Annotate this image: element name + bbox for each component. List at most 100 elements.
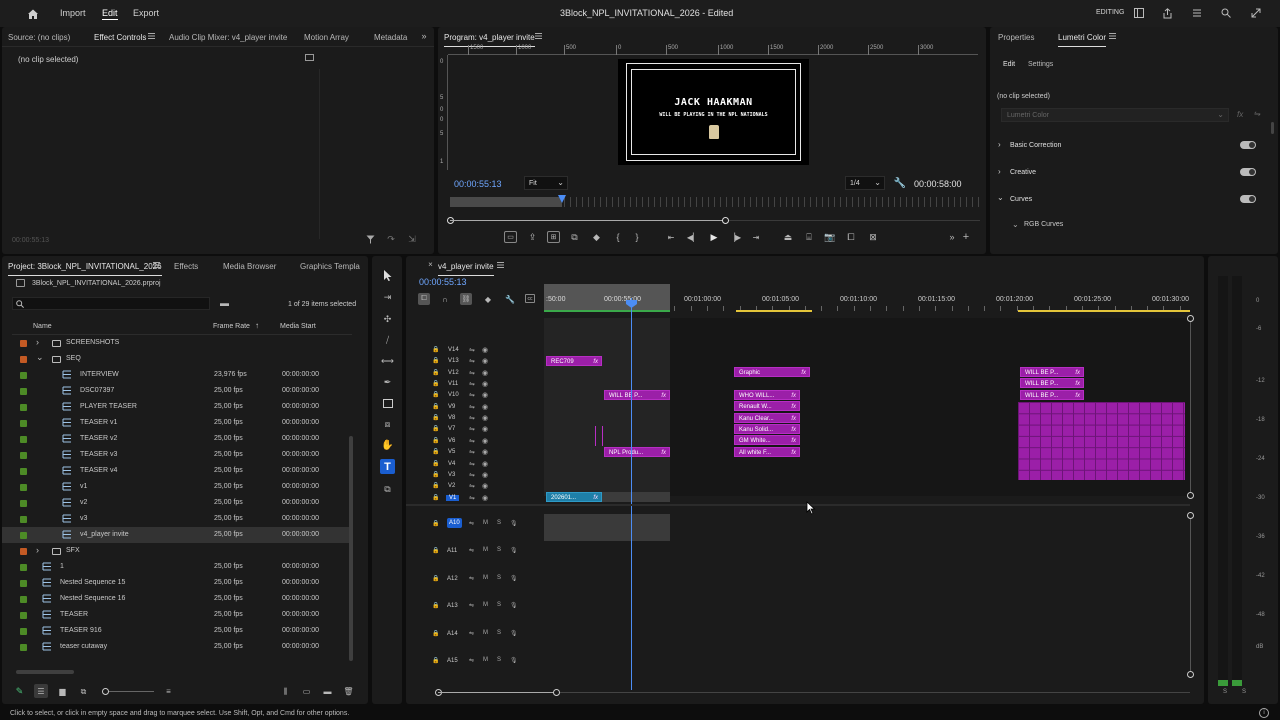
project-item[interactable]: v2 25,00 fps 00:00:00:00	[2, 495, 350, 511]
new-bin-icon[interactable]: ▬	[322, 686, 333, 697]
loop-icon[interactable]: ↷	[386, 234, 396, 244]
label-color-chip[interactable]	[20, 596, 27, 603]
tab-media-browser[interactable]: Media Browser	[223, 262, 276, 271]
section-toggle[interactable]	[1240, 195, 1256, 203]
solo-left-button[interactable]: S	[1223, 689, 1227, 695]
track-label[interactable]: A11	[447, 548, 457, 554]
project-item[interactable]: v1 25,00 fps 00:00:00:00	[2, 479, 350, 495]
zoom-slider[interactable]	[102, 688, 154, 695]
column-frame-rate[interactable]: Frame Rate	[213, 323, 250, 330]
project-item[interactable]: 1 25,00 fps 00:00:00:00	[2, 559, 350, 575]
sync-lock-icon[interactable]: ⇋	[469, 575, 474, 582]
label-color-chip[interactable]	[20, 548, 27, 555]
pencil-icon[interactable]: ✎	[14, 686, 25, 697]
find-icon[interactable]: ▭	[301, 686, 312, 697]
track-label[interactable]: A10	[447, 518, 462, 528]
audio-scroll-bottom[interactable]	[1187, 671, 1194, 678]
mute-button[interactable]: M	[483, 547, 488, 553]
quality-dropdown[interactable]: 1/4 ⌄	[845, 176, 885, 190]
home-icon[interactable]	[26, 7, 40, 21]
video-scroll-bottom[interactable]	[1187, 492, 1194, 499]
sync-lock-icon[interactable]: ⇋	[469, 547, 474, 554]
label-color-chip[interactable]	[20, 468, 27, 475]
tab-edit[interactable]: Edit	[1003, 61, 1015, 68]
project-item[interactable]: TEASER v3 25,00 fps 00:00:00:00	[2, 447, 350, 463]
zoom-scrollbar[interactable]	[435, 689, 1190, 696]
track-label[interactable]: A13	[447, 603, 458, 609]
tab-audio-clip-mixer[interactable]: Audio Clip Mixer: v4_player invite	[169, 33, 287, 42]
tab-lumetri-color[interactable]: Lumetri Color	[1058, 33, 1107, 47]
track-select-tool-icon[interactable]: ⇥	[381, 290, 394, 304]
solo-button[interactable]: S	[497, 630, 501, 636]
project-item[interactable]: v4_player invite 25,00 fps 00:00:00:00	[2, 527, 350, 543]
audio-track-header[interactable]: 🔒 A13 ⇋ M S 🎙	[432, 600, 542, 614]
sort-icons-icon[interactable]: ≡	[163, 686, 174, 697]
search-icon[interactable]	[1220, 7, 1232, 19]
mic-icon[interactable]: 🎙	[510, 520, 518, 527]
track-label[interactable]: A14	[447, 631, 458, 637]
video-scroll-track[interactable]	[1190, 322, 1191, 492]
sync-lock-icon[interactable]: ⇋	[469, 657, 474, 664]
trash-icon[interactable]: 🗑	[343, 686, 354, 697]
mute-button[interactable]: M	[483, 520, 488, 526]
clip-all-white[interactable]: All white F... fx	[734, 447, 800, 457]
filter-icon[interactable]	[365, 234, 375, 244]
clip-will-be-playing-3[interactable]: WILL BE P... fx	[1020, 378, 1084, 388]
mute-button[interactable]: M	[483, 630, 488, 636]
solo-button[interactable]: S	[497, 575, 501, 581]
solo-button[interactable]: S	[497, 657, 501, 663]
fx-icon[interactable]: fx	[1237, 110, 1243, 119]
selection-tool-icon[interactable]	[381, 268, 394, 282]
clip-small-stack[interactable]	[595, 426, 603, 446]
clip-kanu-clear[interactable]: Kanu Clear... fx	[734, 413, 800, 423]
lock-icon[interactable]: 🔒	[432, 630, 439, 637]
more-tabs-icon[interactable]: »	[419, 31, 429, 41]
lift-icon[interactable]: ⏏	[782, 231, 794, 243]
ripple-edit-tool-icon[interactable]: ✣	[381, 312, 394, 326]
settings-wrench-icon[interactable]: 🔧	[894, 177, 906, 189]
quick-export-icon[interactable]	[1161, 7, 1173, 19]
search-input[interactable]	[12, 297, 210, 310]
zoom-handle-right[interactable]	[722, 217, 729, 224]
mute-button[interactable]: M	[483, 575, 488, 581]
add-marker-icon[interactable]: ◆	[590, 231, 603, 243]
menu-import[interactable]: Import	[60, 8, 86, 18]
clip-will-be-playing-2[interactable]: WILL BE P... fx	[1020, 367, 1084, 377]
label-color-chip[interactable]	[20, 436, 27, 443]
section-curves[interactable]: ⌄ Curves	[997, 193, 1258, 206]
sync-lock-icon[interactable]: ⇋	[469, 630, 474, 637]
tab-motion-array[interactable]: Motion Array	[304, 33, 349, 42]
insert-icon[interactable]: ⇪	[526, 231, 539, 243]
audio-track-header[interactable]: 🔒 A15 ⇋ M S 🎙	[432, 655, 542, 669]
tab-metadata[interactable]: Metadata	[374, 33, 407, 42]
chevron-down-icon[interactable]: ⌄	[36, 352, 44, 363]
menu-edit[interactable]: Edit	[102, 8, 118, 20]
project-item[interactable]: TEASER 916 25,00 fps 00:00:00:00	[2, 623, 350, 639]
project-item[interactable]: v3 25,00 fps 00:00:00:00	[2, 511, 350, 527]
project-item[interactable]: › SFX	[2, 543, 350, 559]
label-color-chip[interactable]	[20, 612, 27, 619]
audio-track-header[interactable]: 🔒 A12 ⇋ M S 🎙	[432, 573, 542, 587]
solo-button[interactable]: S	[497, 547, 501, 553]
project-item[interactable]: teaser cutaway 25,00 fps 00:00:00:00	[2, 639, 350, 655]
export-frame-icon[interactable]: 📷	[824, 231, 836, 243]
zoom-handle-right[interactable]	[553, 689, 560, 696]
clip-will-be-playing-1[interactable]: WILL BE P... fx	[604, 390, 670, 400]
project-item[interactable]: Nested Sequence 16 25,00 fps 00:00:00:00	[2, 591, 350, 607]
playhead-line[interactable]	[631, 298, 632, 690]
rgb-curves-label[interactable]: RGB Curves	[1024, 221, 1063, 228]
label-color-chip[interactable]	[20, 628, 27, 635]
automate-icon[interactable]: ⫼	[280, 686, 291, 697]
zoom-range[interactable]	[450, 220, 725, 221]
mic-icon[interactable]: 🎙	[510, 630, 518, 637]
clip-npl-produ[interactable]: NPL Produ... fx	[604, 447, 670, 457]
tab-source[interactable]: Source: (no clips)	[8, 33, 70, 42]
label-color-chip[interactable]	[20, 404, 27, 411]
clip-kanu-solid[interactable]: Kanu Solid... fx	[734, 424, 800, 434]
export-frame-icon[interactable]: ⇲	[407, 234, 417, 244]
panel-menu-icon[interactable]	[1108, 32, 1116, 40]
compare-view-icon[interactable]: ⧉	[568, 231, 581, 243]
label-color-chip[interactable]	[20, 452, 27, 459]
frame-tool-icon[interactable]: ⧈	[381, 417, 394, 431]
workspace-label[interactable]: EDITING	[1096, 9, 1124, 16]
